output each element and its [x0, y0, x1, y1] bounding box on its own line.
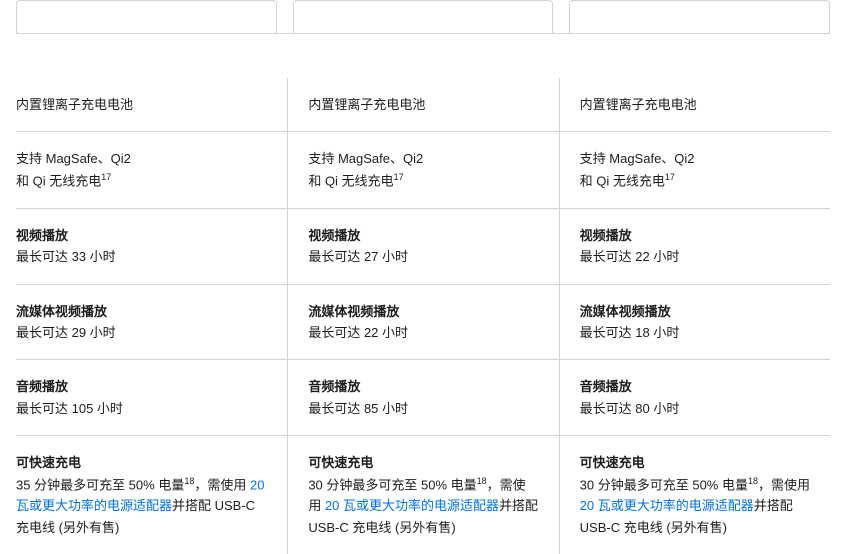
fast-charge-label: 可快速充电 — [308, 455, 373, 470]
cell-r1-c1: 支持 MagSafe、Qi2和 Qi 无线充电17 — [287, 132, 558, 207]
comparison-row-4: 音频播放最长可达 105 小时音频播放最长可达 85 小时音频播放最长可达 80… — [16, 359, 830, 435]
spec-line-r0-c1-l0: 内置锂离子充电电池 — [308, 94, 538, 115]
cell-r2-c0: 视频播放最长可达 33 小时 — [16, 209, 287, 284]
spec-line-r3-c1-l0: 流媒体视频播放 — [308, 301, 538, 322]
section-heading — [16, 34, 830, 78]
fast-charge-text-part-3: ，需使用 — [758, 477, 810, 492]
cell-r5-c1: 可快速充电30 分钟最多可充至 50% 电量18，需使用 20 瓦或更大功率的电… — [287, 436, 558, 554]
spec-line-r4-c1-l0: 音频播放 — [308, 376, 538, 397]
cell-r3-c0: 流媒体视频播放最长可达 29 小时 — [16, 285, 287, 360]
spec-line-r4-c0-l1: 最长可达 105 小时 — [16, 398, 267, 419]
fast-charge-link[interactable]: 20 瓦或更大功率的电源适配器 — [325, 498, 499, 513]
comparison-row-0: 内置锂离子充电电池 内置锂离子充电电池 内置锂离子充电电池 — [16, 78, 830, 131]
cell-r0-c2: 内置锂离子充电电池 — [559, 78, 830, 131]
spec-line-r2-c1-l1: 最长可达 27 小时 — [308, 246, 538, 267]
comparison-row-1: 支持 MagSafe、Qi2和 Qi 无线充电17支持 MagSafe、Qi2和… — [16, 131, 830, 207]
spec-line-r4-c0-l0: 音频播放 — [16, 376, 267, 397]
spec-line-r1-c0-l0: 支持 MagSafe、Qi2 — [16, 148, 267, 169]
cell-r2-c1: 视频播放最长可达 27 小时 — [287, 209, 558, 284]
cell-r4-c2: 音频播放最长可达 80 小时 — [559, 360, 830, 435]
cell-r5-c0: 可快速充电35 分钟最多可充至 50% 电量18，需使用 20 瓦或更大功率的电… — [16, 436, 287, 554]
selector-iphone-16[interactable] — [569, 0, 830, 33]
fast-charge-text-part-1: 35 分钟最多可充至 50% 电量 — [16, 477, 184, 492]
footnote-sup: 17 — [394, 172, 404, 182]
page-wrapper: 内置锂离子充电电池内置锂离子充电电池内置锂离子充电电池支持 MagSafe、Qi… — [0, 0, 846, 554]
cell-r3-c1: 流媒体视频播放最长可达 22 小时 — [287, 285, 558, 360]
spec-line-r3-c2-l1: 最长可达 18 小时 — [580, 322, 810, 343]
comparison-row-3: 流媒体视频播放最长可达 29 小时流媒体视频播放最长可达 22 小时流媒体视频播… — [16, 284, 830, 360]
cell-r1-c2: 支持 MagSafe、Qi2和 Qi 无线充电17 — [559, 132, 830, 207]
comparison-table: 内置锂离子充电电池内置锂离子充电电池内置锂离子充电电池支持 MagSafe、Qi… — [16, 78, 830, 554]
cell-r5-c2: 可快速充电 30 分钟最多可充至 50% 电量18，需使用 20 瓦或更大功率的电… — [559, 436, 830, 554]
spec-line-r4-c2-l1: 最长可达 80 小时 — [580, 398, 810, 419]
fast-charge-label: 可快速充电 — [580, 455, 645, 470]
spec-line-r3-c1-l1: 最长可达 22 小时 — [308, 322, 538, 343]
selector-iphone-16-pro-max[interactable] — [16, 0, 277, 33]
spec-line-r4-c1-l1: 最长可达 85 小时 — [308, 398, 538, 419]
comparison-row-2: 视频播放最长可达 33 小时视频播放最长可达 27 小时视频播放最长可达 22 … — [16, 208, 830, 284]
selector-row — [16, 0, 830, 34]
fast-charge-link[interactable]: 20 瓦或更大功率的电源适配器 — [580, 498, 754, 513]
cell-r1-c0: 支持 MagSafe、Qi2和 Qi 无线充电17 — [16, 132, 287, 207]
spec-line-r0-c2-l0: 内置锂离子充电电池 — [580, 94, 810, 115]
spec-line-r4-c2-l0: 音频播放 — [580, 376, 810, 397]
footnote-sup: 17 — [101, 172, 111, 182]
spec-line-r2-c1-l0: 视频播放 — [308, 225, 538, 246]
fast-charge-text-c2: 可快速充电 30 分钟最多可充至 50% 电量18，需使用 20 瓦或更大功率的电… — [580, 452, 810, 538]
spec-line-r3-c0-l0: 流媒体视频播放 — [16, 301, 267, 322]
comparison-row-5: 可快速充电35 分钟最多可充至 50% 电量18，需使用 20 瓦或更大功率的电… — [16, 435, 830, 554]
selector-iphone-16-pro[interactable] — [293, 0, 554, 33]
spec-line-r2-c0-l0: 视频播放 — [16, 225, 267, 246]
footnote-sup: 17 — [665, 172, 675, 182]
spec-line-r1-c2-l0: 支持 MagSafe、Qi2 — [580, 148, 810, 169]
spec-line-r1-c1-l0: 支持 MagSafe、Qi2 — [308, 148, 538, 169]
fast-charge-text-c1: 可快速充电30 分钟最多可充至 50% 电量18，需使用 20 瓦或更大功率的电… — [308, 452, 538, 538]
fast-charge-text-part-1: 30 分钟最多可充至 50% 电量 — [308, 477, 476, 492]
fast-charge-label: 可快速充电 — [16, 455, 81, 470]
cell-r2-c2: 视频播放最长可达 22 小时 — [559, 209, 830, 284]
cell-r0-c1: 内置锂离子充电电池 — [287, 78, 558, 131]
footnote-sup: 18 — [184, 476, 194, 486]
cell-r4-c1: 音频播放最长可达 85 小时 — [287, 360, 558, 435]
fast-charge-text-part-3: ，需使用 — [194, 477, 250, 492]
spec-line-r2-c0-l1: 最长可达 33 小时 — [16, 246, 267, 267]
spec-line-r1-c0-l1: 和 Qi 无线充电17 — [16, 170, 267, 192]
spec-line-r1-c1-l1: 和 Qi 无线充电17 — [308, 170, 538, 192]
spec-line-r0-c0-l0: 内置锂离子充电电池 — [16, 94, 267, 115]
footnote-sup: 18 — [748, 476, 758, 486]
cell-r3-c2: 流媒体视频播放最长可达 18 小时 — [559, 285, 830, 360]
spec-line-r2-c2-l0: 视频播放 — [580, 225, 810, 246]
cell-r4-c0: 音频播放最长可达 105 小时 — [16, 360, 287, 435]
spec-line-r3-c2-l0: 流媒体视频播放 — [580, 301, 810, 322]
spec-line-r1-c2-l1: 和 Qi 无线充电17 — [580, 170, 810, 192]
fast-charge-text-c0: 可快速充电35 分钟最多可充至 50% 电量18，需使用 20 瓦或更大功率的电… — [16, 452, 267, 538]
spec-line-r3-c0-l1: 最长可达 29 小时 — [16, 322, 267, 343]
footnote-sup: 18 — [477, 476, 487, 486]
cell-r0-c0: 内置锂离子充电电池 — [16, 78, 287, 131]
fast-charge-text-part-1: 30 分钟最多可充至 50% 电量 — [580, 477, 748, 492]
spec-line-r2-c2-l1: 最长可达 22 小时 — [580, 246, 810, 267]
